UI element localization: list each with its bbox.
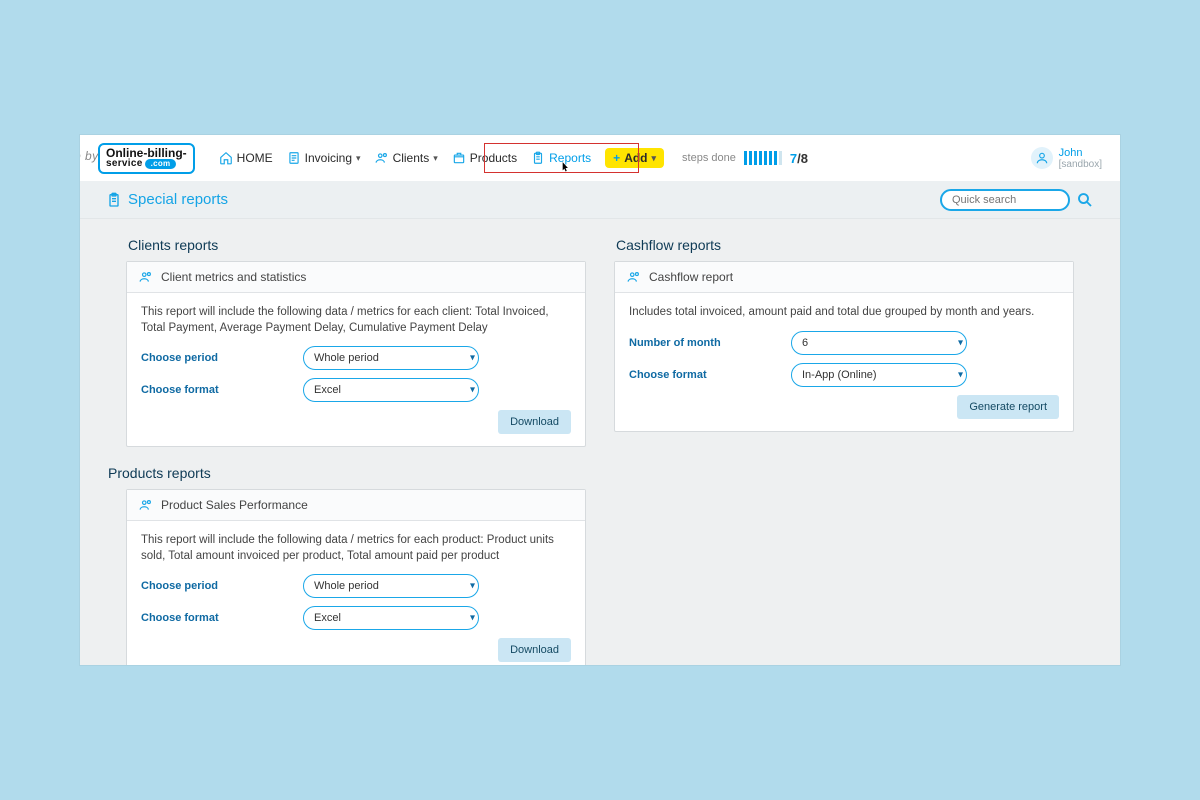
download-button[interactable]: Download — [498, 410, 571, 434]
top-nav-bar: Online-billing- service.com HOME Invoici… — [80, 135, 1120, 181]
page-title-text: Special reports — [128, 191, 228, 208]
box-icon — [452, 151, 466, 165]
nav-invoicing[interactable]: Invoicing ▾ — [287, 151, 361, 165]
period-select[interactable] — [303, 346, 479, 370]
period-label: Choose period — [141, 352, 291, 364]
card-title: Client metrics and statistics — [161, 270, 306, 284]
user-context: [sandbox] — [1059, 159, 1102, 170]
months-label: Number of month — [629, 337, 779, 349]
nav-add-button[interactable]: + Add ▾ — [605, 148, 664, 168]
format-select[interactable] — [303, 606, 479, 630]
card-body: This report will include the following d… — [127, 521, 585, 665]
left-column: Clients reports Client metrics and stati… — [126, 231, 586, 665]
card-header: Client metrics and statistics — [127, 262, 585, 293]
page-title: Special reports — [106, 191, 228, 208]
card-description: Includes total invoiced, amount paid and… — [629, 305, 1059, 321]
card-header: Cashflow report — [615, 262, 1073, 293]
card-title: Cashflow report — [649, 270, 733, 284]
app-logo[interactable]: Online-billing- service.com — [98, 143, 195, 174]
nav-home[interactable]: HOME — [219, 151, 273, 165]
format-label: Choose format — [141, 384, 291, 396]
generate-report-button[interactable]: Generate report — [957, 395, 1059, 419]
nav-clients[interactable]: Clients ▾ — [375, 151, 438, 165]
users-icon — [139, 270, 153, 284]
chevron-down-icon: ▾ — [356, 153, 361, 164]
clipboard-icon — [106, 192, 122, 208]
cashflow-reports-heading: Cashflow reports — [616, 237, 1072, 253]
period-label: Choose period — [141, 580, 291, 592]
steps-progress-bars — [744, 151, 782, 165]
users-icon — [139, 498, 153, 512]
nav-reports[interactable]: Reports — [531, 151, 591, 165]
format-label: Choose format — [629, 369, 779, 381]
cropped-watermark: p by — [80, 149, 99, 163]
avatar-icon — [1031, 147, 1053, 169]
right-column: Cashflow reports Cashflow report Include… — [614, 231, 1074, 450]
card-body: This report will include the following d… — [127, 293, 585, 446]
search-input[interactable] — [940, 189, 1070, 211]
nav-products[interactable]: Products — [452, 151, 517, 165]
format-label: Choose format — [141, 612, 291, 624]
nav-invoicing-label: Invoicing — [305, 151, 352, 165]
chevron-down-icon: ▾ — [433, 153, 438, 164]
cashflow-card: Cashflow report Includes total invoiced,… — [614, 261, 1074, 432]
nav-products-label: Products — [470, 151, 517, 165]
clients-reports-heading: Clients reports — [128, 237, 584, 253]
quick-search — [940, 189, 1094, 211]
nav-clients-label: Clients — [393, 151, 430, 165]
main-nav: HOME Invoicing ▾ Clients ▾ Products Repo… — [219, 148, 664, 168]
plus-icon: + — [613, 151, 620, 165]
card-title: Product Sales Performance — [161, 498, 308, 512]
card-description: This report will include the following d… — [141, 305, 571, 336]
app-frame: p by Online-billing- service.com HOME In… — [80, 135, 1120, 665]
users-icon — [375, 151, 389, 165]
nav-reports-label: Reports — [549, 151, 591, 165]
search-icon[interactable] — [1076, 191, 1094, 209]
product-sales-card: Product Sales Performance This report wi… — [126, 489, 586, 665]
page-title-bar: Special reports — [80, 181, 1120, 219]
logo-pill: .com — [145, 159, 177, 169]
card-body: Includes total invoiced, amount paid and… — [615, 293, 1073, 431]
steps-label: steps done — [682, 152, 736, 164]
card-header: Product Sales Performance — [127, 490, 585, 521]
onboarding-steps: steps done 7/8 — [682, 151, 808, 166]
clipboard-icon — [531, 151, 545, 165]
nav-add-label: Add — [624, 151, 647, 165]
home-icon — [219, 151, 233, 165]
card-description: This report will include the following d… — [141, 533, 571, 564]
user-menu[interactable]: John [sandbox] — [1031, 147, 1102, 170]
format-select[interactable] — [303, 378, 479, 402]
reports-content: Clients reports Client metrics and stati… — [80, 219, 1120, 665]
chevron-down-icon: ▾ — [652, 153, 657, 164]
period-select[interactable] — [303, 574, 479, 598]
invoice-icon — [287, 151, 301, 165]
steps-total-count: 8 — [801, 151, 808, 166]
user-name: John — [1059, 147, 1083, 159]
products-reports-heading: Products reports — [108, 465, 584, 481]
logo-line2: service — [106, 158, 143, 169]
format-select[interactable] — [791, 363, 967, 387]
users-icon — [627, 270, 641, 284]
download-button[interactable]: Download — [498, 638, 571, 662]
months-select[interactable] — [791, 331, 967, 355]
client-metrics-card: Client metrics and statistics This repor… — [126, 261, 586, 447]
nav-home-label: HOME — [237, 151, 273, 165]
